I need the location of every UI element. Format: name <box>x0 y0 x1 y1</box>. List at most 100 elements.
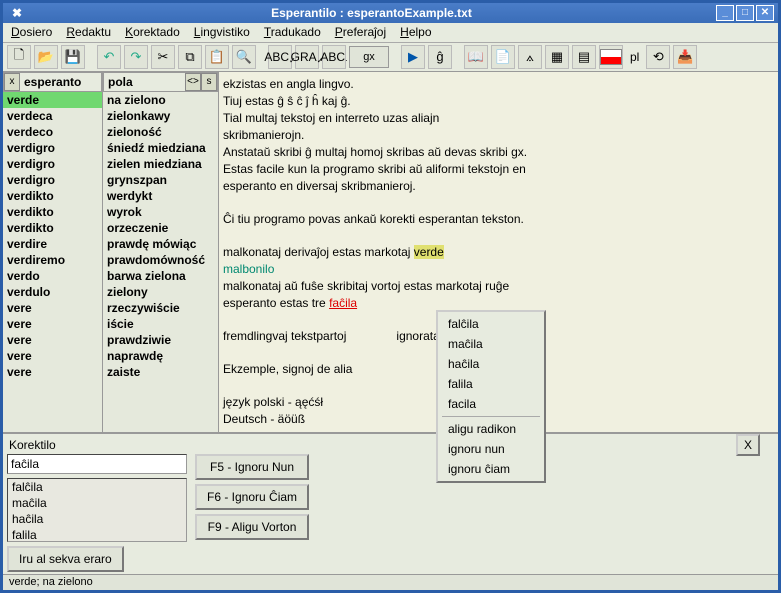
s-button[interactable]: s <box>201 73 217 91</box>
doc-icon[interactable]: 📄 <box>491 45 515 69</box>
play-icon[interactable]: ▶ <box>401 45 425 69</box>
context-suggestion[interactable]: maĉila <box>438 334 544 354</box>
suggestion-item[interactable]: falĉila <box>8 479 186 495</box>
context-suggestion[interactable]: falila <box>438 374 544 394</box>
list-item[interactable]: verdeca <box>3 108 102 124</box>
tool-a-icon[interactable]: ⟑ <box>518 45 542 69</box>
list-item[interactable]: vere <box>3 364 102 380</box>
save-file-icon[interactable]: 💾 <box>61 45 85 69</box>
error-facila[interactable]: faĉila <box>329 296 357 310</box>
grammar-icon[interactable]: GRA✓ <box>295 45 319 69</box>
context-suggestion[interactable]: falĉila <box>438 314 544 334</box>
context-action[interactable]: ignoru ĉiam <box>438 459 544 479</box>
tool-b-icon[interactable]: ▦ <box>545 45 569 69</box>
menu-tradukado[interactable]: Tradukado <box>264 25 321 39</box>
swap-button[interactable]: <> <box>185 73 201 91</box>
suggestion-item[interactable]: maĉila <box>8 495 186 511</box>
flag-pl-icon[interactable] <box>599 45 623 69</box>
add-word-button[interactable]: F9 - Aligu Vorton <box>195 514 309 540</box>
menu-korektado[interactable]: Korektado <box>125 25 180 39</box>
col2-title: pola <box>104 75 185 89</box>
correction-input[interactable] <box>7 454 187 474</box>
ignore-now-button[interactable]: F5 - Ignoru Nun <box>195 454 309 480</box>
list-item[interactable]: verdikto <box>3 188 102 204</box>
menu-lingvistiko[interactable]: Lingvistiko <box>194 25 250 39</box>
minimize-button[interactable]: _ <box>716 5 734 21</box>
list-item[interactable]: verdigro <box>3 172 102 188</box>
suggestion-item[interactable]: falila <box>8 527 186 542</box>
context-suggestion[interactable]: facila <box>438 394 544 414</box>
list-item[interactable]: zielen miedziana <box>103 156 218 172</box>
list-item[interactable]: verdikto <box>3 204 102 220</box>
list-item[interactable]: verdulo <box>3 284 102 300</box>
list-item[interactable]: vere <box>3 332 102 348</box>
list-item[interactable]: vere <box>3 316 102 332</box>
menu-helpo[interactable]: Helpo <box>400 25 431 39</box>
close-col1-button[interactable]: x <box>4 73 20 91</box>
menu-redaktu[interactable]: Redaktu <box>66 25 111 39</box>
maximize-button[interactable]: □ <box>736 5 754 21</box>
list-item[interactable]: zieloność <box>103 124 218 140</box>
paste-icon[interactable]: 📋 <box>205 45 229 69</box>
list-item[interactable]: verdigro <box>3 156 102 172</box>
list-item[interactable]: verde <box>3 92 102 108</box>
context-action[interactable]: ignoru nun <box>438 439 544 459</box>
list-item[interactable]: naprawdę <box>103 348 218 364</box>
book-icon[interactable]: 📖 <box>464 45 488 69</box>
list-item[interactable]: verdikto <box>3 220 102 236</box>
list-item[interactable]: rzeczywiście <box>103 300 218 316</box>
list-item[interactable]: śniedź miedziana <box>103 140 218 156</box>
list-item[interactable]: verdeco <box>3 124 102 140</box>
list-item[interactable]: werdykt <box>103 188 218 204</box>
list-item[interactable]: wyrok <box>103 204 218 220</box>
undo-icon[interactable]: ↶ <box>97 45 121 69</box>
lang-label: pl <box>626 50 643 64</box>
ignore-always-button[interactable]: F6 - Ignoru Ĉiam <box>195 484 309 510</box>
list-item[interactable]: vere <box>3 300 102 316</box>
list-item[interactable]: prawdziwie <box>103 332 218 348</box>
suggestion-list: falĉilamaĉilahaĉilafalila <box>7 478 187 542</box>
tool-e-icon[interactable]: 📥 <box>673 45 697 69</box>
redo-icon[interactable]: ↷ <box>124 45 148 69</box>
col1-list: verdeverdecaverdecoverdigroverdigroverdi… <box>3 92 102 432</box>
list-item[interactable]: zielony <box>103 284 218 300</box>
menu-dosiero[interactable]: Dosiero <box>11 25 52 39</box>
list-item[interactable]: na zielono <box>103 92 218 108</box>
list-item[interactable]: vere <box>3 348 102 364</box>
toolbar: 🗋 📂 💾 ↶ ↷ ✂ ⧉ 📋 🔍 ABC✓ GRA✓ ABC· gx ▶ ĝ … <box>3 43 778 72</box>
cut-icon[interactable]: ✂ <box>151 45 175 69</box>
list-item[interactable]: zaiste <box>103 364 218 380</box>
list-item[interactable]: barwa zielona <box>103 268 218 284</box>
gx-mode-button[interactable]: gx <box>349 46 389 68</box>
panel-close-button[interactable]: X <box>736 434 760 456</box>
list-item[interactable]: verdo <box>3 268 102 284</box>
list-item[interactable]: verdiremo <box>3 252 102 268</box>
close-button[interactable]: ✕ <box>756 5 774 21</box>
copy-icon[interactable]: ⧉ <box>178 45 202 69</box>
list-item[interactable]: prawdomówność <box>103 252 218 268</box>
spellcheck-abc-icon[interactable]: ABC✓ <box>268 45 292 69</box>
list-item[interactable]: grynszpan <box>103 172 218 188</box>
list-item[interactable]: iście <box>103 316 218 332</box>
context-action[interactable]: aligu radikon <box>438 419 544 439</box>
panel-title: Korektilo <box>7 436 774 454</box>
marked-verde: verde <box>414 245 444 259</box>
context-suggestion[interactable]: haĉila <box>438 354 544 374</box>
new-file-icon[interactable]: 🗋 <box>7 45 31 69</box>
next-error-button[interactable]: Iru al sekva eraro <box>7 546 124 572</box>
list-item[interactable]: zielonkawy <box>103 108 218 124</box>
tool-c-icon[interactable]: ▤ <box>572 45 596 69</box>
col2-list: na zielonozielonkawyzielonośćśniedź mied… <box>103 92 218 432</box>
g-hat-button[interactable]: ĝ <box>428 45 452 69</box>
list-item[interactable]: verdire <box>3 236 102 252</box>
list-item[interactable]: verdigro <box>3 140 102 156</box>
list-item[interactable]: prawdę mówiąc <box>103 236 218 252</box>
open-file-icon[interactable]: 📂 <box>34 45 58 69</box>
spellcheck-abc2-icon[interactable]: ABC· <box>322 45 346 69</box>
app-icon: ✖ <box>7 6 27 20</box>
menu-preferajoj[interactable]: Preferaĵoj <box>335 25 386 39</box>
search-icon[interactable]: 🔍 <box>232 45 256 69</box>
list-item[interactable]: orzeczenie <box>103 220 218 236</box>
suggestion-item[interactable]: haĉila <box>8 511 186 527</box>
tool-d-icon[interactable]: ⟲ <box>646 45 670 69</box>
